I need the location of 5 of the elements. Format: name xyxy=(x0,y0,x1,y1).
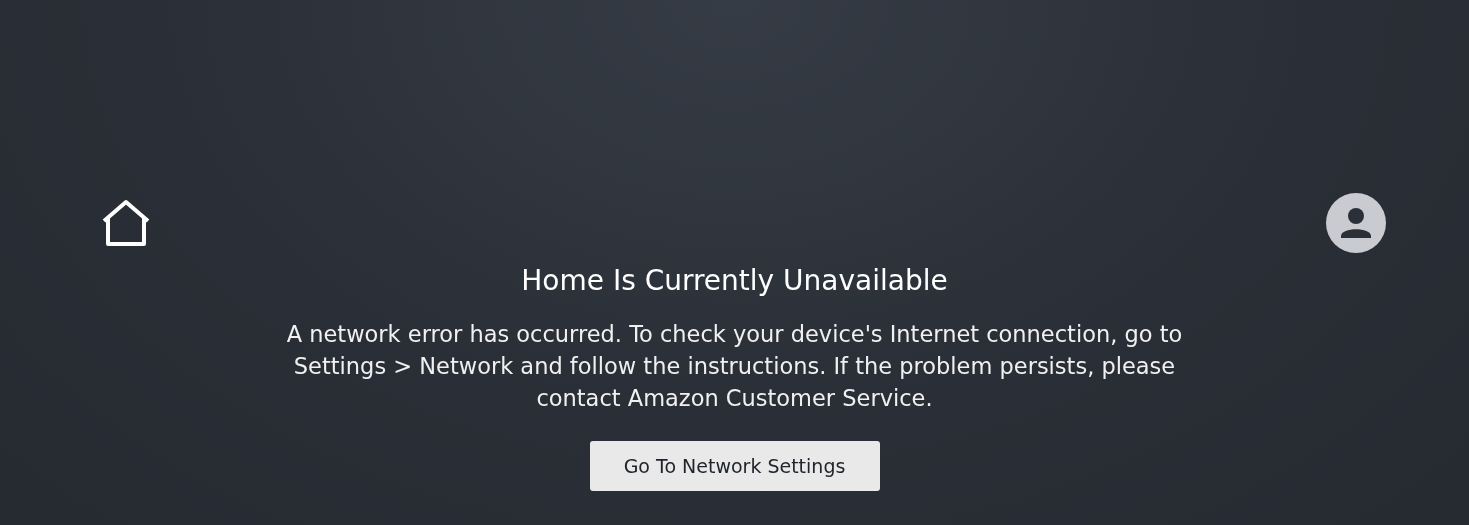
error-message: A network error has occurred. To check your device's Internet connection, go to Settings > Network and follow the instructions. If the problem persists, please contact Amazon Customer Service. xyxy=(285,320,1184,413)
network-settings-button[interactable]: Go To Network Settings xyxy=(589,441,880,491)
home-icon[interactable] xyxy=(100,199,152,247)
profile-avatar-icon[interactable] xyxy=(1326,193,1386,253)
error-title: Home Is Currently Unavailable xyxy=(521,263,948,299)
